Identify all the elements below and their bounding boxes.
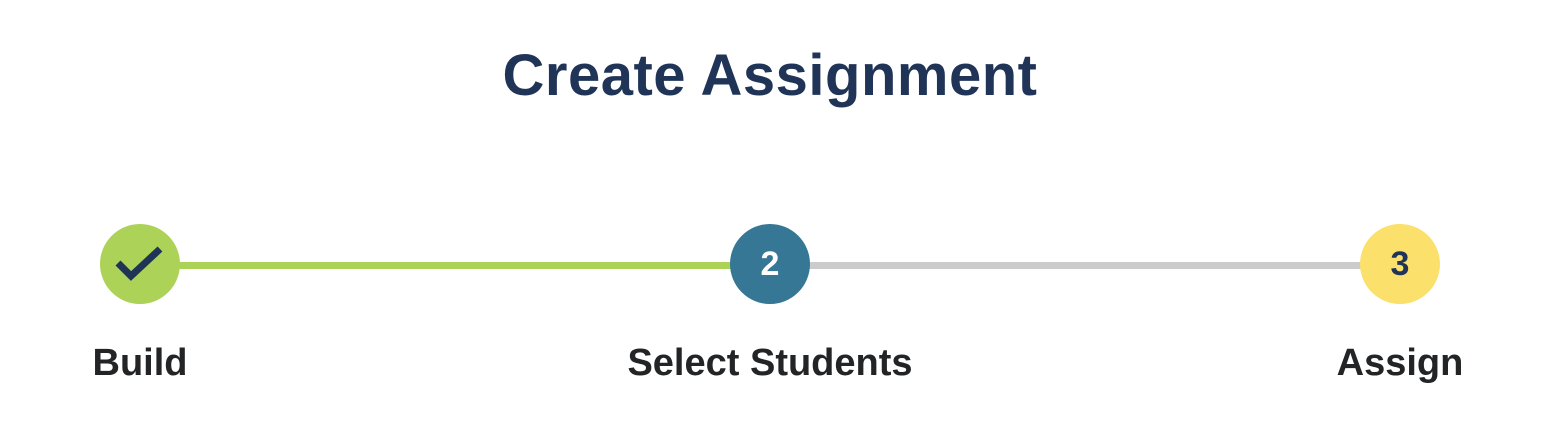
page-title: Create Assignment xyxy=(502,43,1038,108)
stepper-track-completed xyxy=(175,262,735,269)
step-assign-circle[interactable]: 3 xyxy=(1360,224,1440,304)
step-assign-label[interactable]: Assign xyxy=(1200,340,1554,386)
step-build-circle[interactable] xyxy=(100,224,180,304)
stepper-track-pending xyxy=(805,262,1365,269)
check-icon xyxy=(115,244,165,284)
step-select-students-circle[interactable]: 2 xyxy=(730,224,810,304)
step-number: 2 xyxy=(760,244,780,283)
step-select-students-label[interactable]: Select Students xyxy=(570,340,970,386)
step-number: 3 xyxy=(1390,244,1410,283)
step-build-label[interactable]: Build xyxy=(0,340,340,386)
